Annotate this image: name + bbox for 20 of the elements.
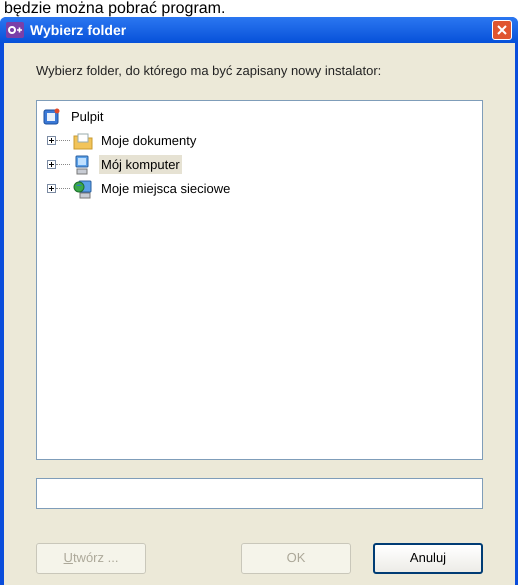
folder-icon — [73, 132, 93, 150]
computer-icon — [73, 154, 91, 174]
cancel-button[interactable]: Anuluj — [373, 542, 483, 574]
tree-item[interactable]: Pulpit — [69, 106, 106, 126]
expand-toggle[interactable] — [47, 136, 56, 145]
folder-tree[interactable]: Pulpit Moje dokumenty Mój komputer Moje miejsca sieciowe — [36, 100, 483, 460]
window-title: Wybierz folder — [30, 20, 128, 40]
close-button[interactable] — [492, 20, 512, 40]
expand-toggle[interactable] — [47, 184, 56, 193]
tree-item[interactable]: Moje dokumenty — [99, 130, 198, 150]
app-icon — [6, 22, 24, 38]
background-text: będzie można pobrać program. — [3, 0, 226, 17]
expand-toggle[interactable] — [47, 160, 56, 169]
desktop-icon — [43, 108, 61, 126]
tree-item[interactable]: Moje miejsca sieciowe — [99, 178, 232, 198]
tree-item[interactable]: Mój komputer — [99, 154, 182, 174]
path-field[interactable] — [36, 478, 483, 508]
close-icon — [497, 25, 507, 35]
prompt-text: Wybierz folder, do którego ma być zapisany nowy instalator: — [36, 62, 382, 80]
network-computer-icon — [73, 178, 93, 198]
